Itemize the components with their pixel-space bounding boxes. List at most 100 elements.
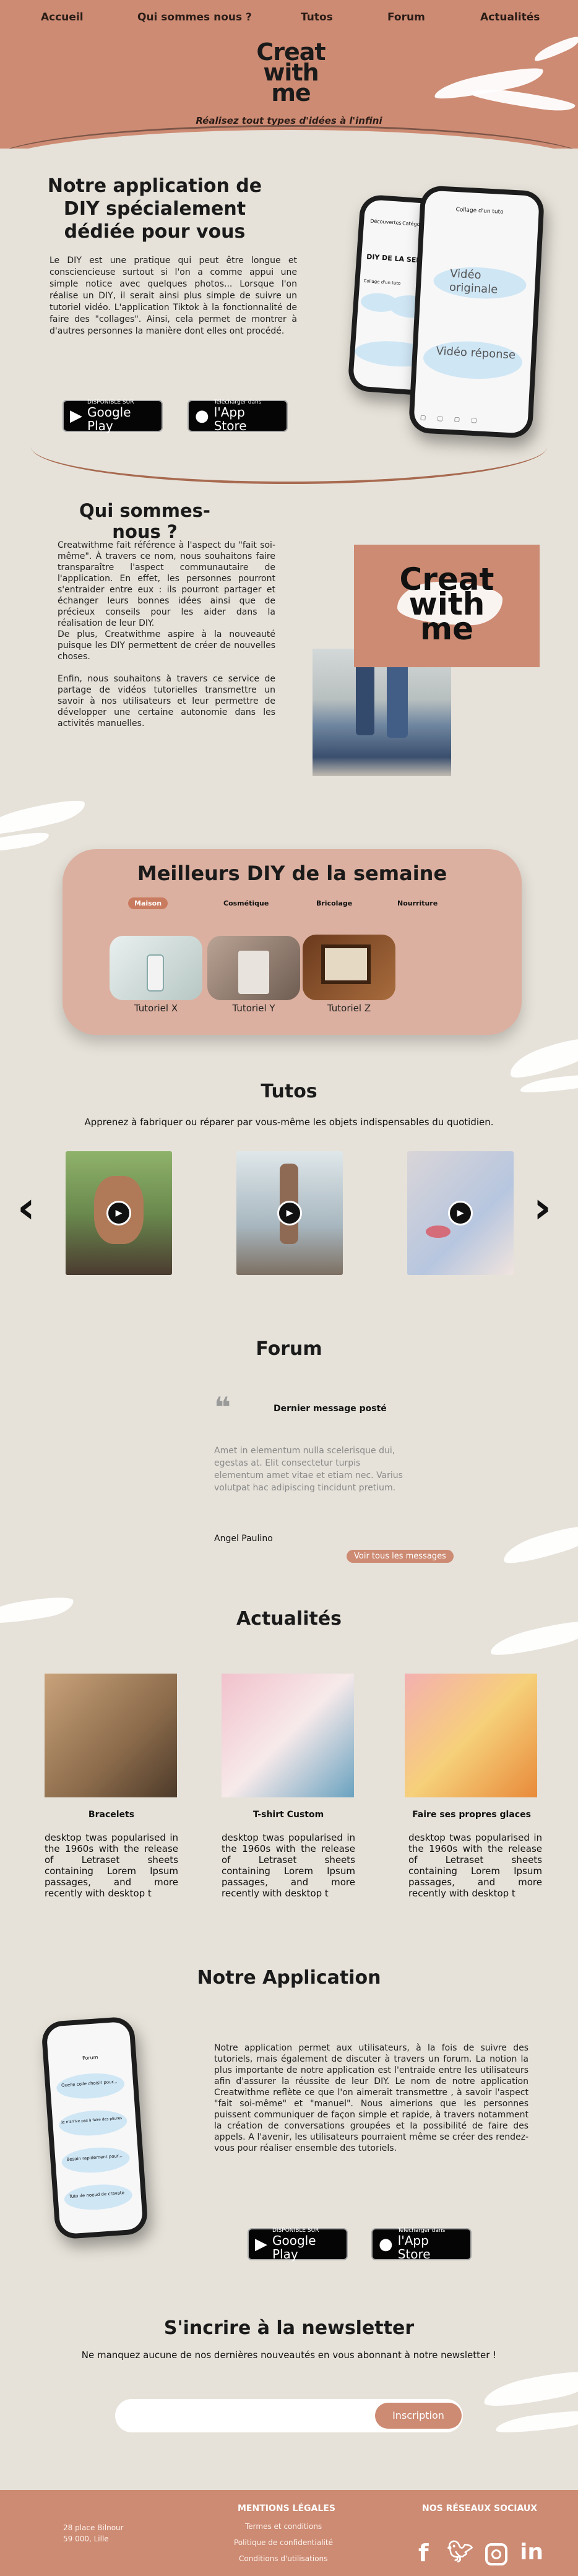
news-card-text: desktop twas popularised in the 1960s wi… <box>222 1832 355 1899</box>
twitter-icon[interactable]: 🐦︎ <box>447 2539 473 2564</box>
google-play-icon: ▶ <box>70 407 82 425</box>
google-play-icon: ▶ <box>255 2235 267 2254</box>
play-icon[interactable]: ▶ <box>106 1201 131 1225</box>
tutos-subtitle: Apprenez à fabriquer ou réparer par vous… <box>84 1117 494 1128</box>
carousel-prev-icon[interactable]: ‹ <box>17 1186 35 1229</box>
news-card-title: T-shirt Custom <box>252 1810 324 1820</box>
tutos-title: Tutos <box>261 1081 317 1102</box>
store-big-label: l'App Store <box>397 2233 431 2262</box>
tab-bricolage[interactable]: Bricolage <box>310 897 358 909</box>
see-all-messages-button[interactable]: Voir tous les messages <box>347 1550 454 1563</box>
footer-link-conditions[interactable]: Conditions d'utilisations <box>239 2554 327 2563</box>
google-play-button[interactable]: ▶ DISPONIBLE SUR Google Play <box>63 399 163 433</box>
news-title: Actualités <box>236 1608 342 1630</box>
footer-link-terms[interactable]: Termes et conditions <box>245 2522 322 2531</box>
tutorial-thumbnail[interactable] <box>207 936 300 1000</box>
phone-strip-label: Collage d'un tuto <box>363 278 401 287</box>
nav-accueil[interactable]: Accueil <box>41 11 84 24</box>
tutorial-caption: Tutoriel Z <box>327 1003 371 1014</box>
best-diy-title: Meilleurs DIY de la semaine <box>137 862 447 885</box>
store-big-label: l'App Store <box>214 405 247 433</box>
footer-address: 28 place Bilnour <box>63 2523 124 2532</box>
facebook-icon[interactable]: f <box>418 2539 429 2567</box>
tutorial-thumbnail[interactable] <box>110 936 202 1000</box>
app-phone-mockup: Forum Quelle colle choisir pour... Je n'… <box>40 2016 149 2240</box>
tuto-video[interactable]: ▶ <box>236 1151 343 1275</box>
photo-figure <box>356 661 374 735</box>
instagram-icon[interactable] <box>485 2543 507 2565</box>
newsletter-subtitle: Ne manquez aucune de nos dernières nouve… <box>81 2349 497 2361</box>
thumb-object <box>321 944 371 984</box>
phone-tabbar: ▢▢▢▢ <box>420 414 488 425</box>
newsletter-title: S'incrire à la newsletter <box>163 2317 415 2339</box>
linkedin-icon[interactable]: in <box>520 2539 543 2565</box>
logo-line: me <box>420 611 473 647</box>
carousel-next-icon[interactable]: › <box>533 1186 551 1229</box>
about-photo <box>313 649 451 776</box>
footer-legal-title: MENTIONS LÉGALES <box>238 2504 335 2513</box>
google-play-button[interactable]: ▶ DISPONIBLE SUR Google Play <box>248 2228 348 2262</box>
thumb-object <box>147 954 164 992</box>
news-card-text: desktop twas popularised in the 1960s wi… <box>45 1832 178 1899</box>
paint-brush-decoration <box>500 1519 578 1570</box>
phone-header: Collage d'un tuto <box>455 207 504 216</box>
app-store-button[interactable]: ● Télécharger dans l'App Store <box>371 2228 472 2262</box>
tab-maison[interactable]: Maison <box>128 897 168 909</box>
tab-nourriture[interactable]: Nourriture <box>391 897 444 909</box>
store-big-label: Google Play <box>87 405 131 433</box>
play-icon[interactable]: ▶ <box>277 1201 302 1225</box>
news-image[interactable] <box>45 1674 177 1797</box>
nav-forum[interactable]: Forum <box>387 11 425 24</box>
phone-tab: Découvertes <box>369 218 402 226</box>
phone-video-label: Vidéo originale <box>449 267 498 296</box>
photo-figure <box>387 661 408 738</box>
apple-icon: ● <box>379 2235 393 2254</box>
app-text: Notre application permet aux utilisateur… <box>214 2043 528 2153</box>
apple-icon: ● <box>195 407 209 425</box>
footer-address: 59 000, Lille <box>63 2535 109 2543</box>
newsletter-subscribe-button[interactable]: Inscription <box>375 2403 462 2429</box>
instagram-lens <box>491 2549 501 2559</box>
about-paragraph: Creatwithme fait référence à l'aspect du… <box>58 540 275 628</box>
forum-last-label: Dernier message posté <box>274 1404 387 1414</box>
section-divider <box>31 447 547 484</box>
about-logo: Creat with me <box>391 564 503 647</box>
news-image[interactable] <box>405 1674 537 1797</box>
news-image[interactable] <box>222 1674 354 1797</box>
header-wave-line <box>0 125 578 149</box>
forum-message: Amet in elementum nulla scelerisque dui,… <box>214 1446 403 1493</box>
thumb-object <box>238 951 269 994</box>
video-subject <box>426 1225 451 1238</box>
store-big-label: Google Play <box>272 2233 316 2262</box>
nav-tutos[interactable]: Tutos <box>301 11 333 24</box>
site-footer: 28 place Bilnour 59 000, Lille MENTIONS … <box>0 2490 578 2576</box>
site-header: Accueil Qui sommes nous ? Tutos Forum Ac… <box>0 0 578 149</box>
tuto-video[interactable]: ▶ <box>407 1151 514 1275</box>
nav-actualites[interactable]: Actualités <box>480 11 540 24</box>
tutorial-thumbnail[interactable] <box>303 935 395 1000</box>
tutorial-caption: Tutoriel X <box>134 1003 178 1014</box>
footer-social-title: NOS RÉSEAUX SOCIAUX <box>422 2504 538 2513</box>
intro-title: Notre application de DIY spécialement dé… <box>47 175 262 243</box>
phone-label: Forum <box>82 2054 98 2062</box>
intro-text: Le DIY est une pratique qui peut être lo… <box>50 256 297 336</box>
paint-brush-decoration <box>0 829 50 856</box>
app-title: Notre Application <box>197 1967 381 1989</box>
about-logo-card: Creat with me <box>354 545 540 667</box>
phone-screen: Collage d'un tuto Vidéo originale Vidéo … <box>413 190 540 434</box>
tuto-video[interactable]: ▶ <box>66 1151 172 1275</box>
app-store-button[interactable]: ● Télécharger dans l'App Store <box>188 399 288 433</box>
paint-brush-decoration <box>470 85 576 114</box>
paint-brush-decoration <box>494 2406 578 2437</box>
about-text: Creatwithme fait référence à l'aspect du… <box>58 540 275 729</box>
forum-author: Angel Paulino <box>214 1534 273 1544</box>
tutorial-caption: Tutoriel Y <box>232 1003 275 1014</box>
site-logo[interactable]: Creat with me <box>248 40 334 105</box>
about-title: Qui sommes-nous ? <box>79 500 210 542</box>
tab-cosmetique[interactable]: Cosmétique <box>217 897 275 909</box>
footer-link-privacy[interactable]: Politique de confidentialité <box>234 2538 333 2547</box>
forum-title: Forum <box>256 1338 322 1360</box>
phone-mockup-2: Collage d'un tuto Vidéo originale Vidéo … <box>408 185 545 439</box>
nav-qui-sommes-nous[interactable]: Qui sommes nous ? <box>137 11 252 24</box>
play-icon[interactable]: ▶ <box>448 1201 473 1225</box>
